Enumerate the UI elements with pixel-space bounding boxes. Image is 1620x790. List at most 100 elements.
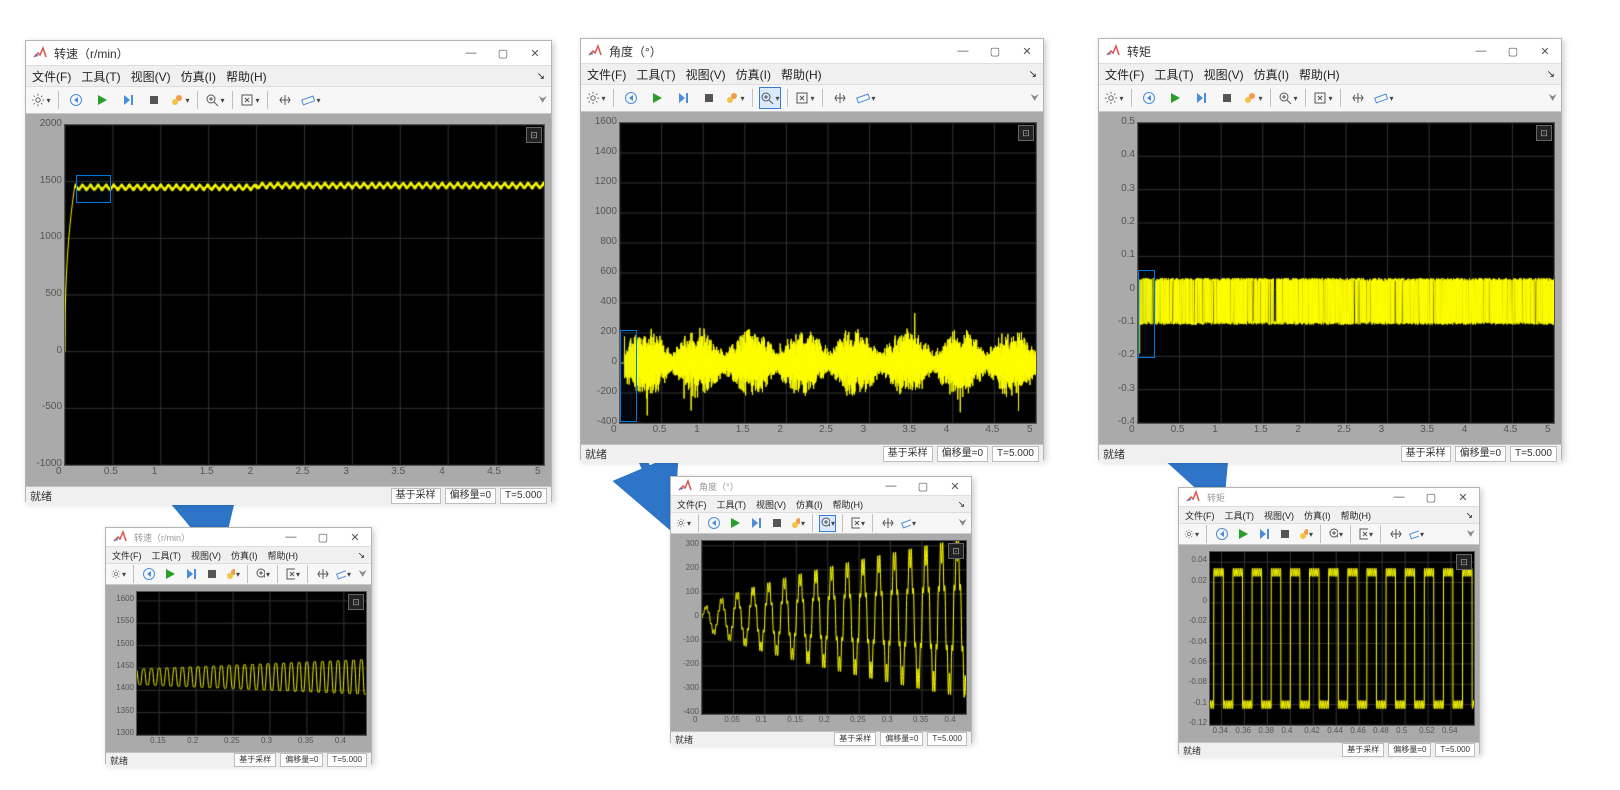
titlebar[interactable]: 转矩—▢✕ [1099, 39, 1561, 64]
titlebar[interactable]: 角度（°）—▢✕ [581, 39, 1043, 64]
minimize-button[interactable]: — [875, 474, 907, 498]
menu-overflow-icon[interactable]: ↘ [1465, 510, 1473, 521]
step-icon[interactable] [1255, 526, 1272, 543]
menu-item[interactable]: 仿真(I) [231, 549, 258, 562]
highlight-icon[interactable]: ▾ [224, 566, 241, 583]
measure-icon[interactable]: ▾ [300, 89, 322, 111]
zoom-selection-box[interactable] [1138, 270, 1155, 359]
step-icon[interactable] [182, 566, 199, 583]
menu-item[interactable]: 文件(F) [1185, 509, 1215, 522]
nav-back-icon[interactable] [620, 87, 642, 109]
gear-icon[interactable]: ▾ [1103, 87, 1125, 109]
pan-icon[interactable] [1387, 526, 1404, 543]
nav-back-icon[interactable] [1213, 526, 1230, 543]
zoom-reset-icon[interactable]: ▾ [1312, 87, 1334, 109]
titlebar[interactable]: 转速（r/min）—▢✕ [106, 528, 371, 547]
gear-icon[interactable]: ▾ [110, 566, 127, 583]
maximize-button[interactable]: ▢ [487, 41, 519, 65]
zoom-reset-icon[interactable]: ▾ [1357, 526, 1374, 543]
plot-area[interactable]: ⊡-0.4-0.3-0.2-0.100.10.20.30.40.500.511.… [1099, 112, 1561, 444]
measure-icon[interactable]: ▾ [1373, 87, 1395, 109]
close-button[interactable]: ✕ [1447, 485, 1479, 509]
minimize-button[interactable]: — [455, 41, 487, 65]
axes[interactable]: ⊡ [1137, 122, 1555, 424]
menu-item[interactable]: 帮助(H) [1299, 66, 1340, 83]
menu-item[interactable]: 文件(F) [587, 66, 626, 83]
axes[interactable]: ⊡ [136, 591, 367, 736]
menu-item[interactable]: 仿真(I) [736, 66, 771, 83]
maximize-button[interactable]: ▢ [979, 39, 1011, 63]
menu-item[interactable]: 工具(T) [1154, 66, 1193, 83]
menu-item[interactable]: 帮助(H) [1341, 509, 1372, 522]
gear-icon[interactable]: ▾ [1183, 526, 1200, 543]
menu-overflow-icon[interactable]: ↘ [357, 550, 365, 561]
menu-item[interactable]: 仿真(I) [1254, 66, 1289, 83]
minimize-button[interactable]: — [1383, 485, 1415, 509]
highlight-icon[interactable]: ▾ [724, 87, 746, 109]
maximize-button[interactable]: ▢ [1497, 39, 1529, 63]
pan-icon[interactable] [314, 566, 331, 583]
axes[interactable]: ⊡ [701, 540, 967, 715]
stop-icon[interactable] [768, 515, 785, 532]
close-button[interactable]: ✕ [939, 474, 971, 498]
menu-item[interactable]: 工具(T) [81, 68, 120, 85]
titlebar[interactable]: 角度（°）—▢✕ [671, 477, 971, 496]
axes-expand-icon[interactable]: ⊡ [1456, 554, 1472, 570]
menu-item[interactable]: 文件(F) [1105, 66, 1144, 83]
pan-icon[interactable] [274, 89, 296, 111]
play-icon[interactable] [1164, 87, 1186, 109]
zoom-selection-box[interactable] [620, 330, 637, 422]
maximize-button[interactable]: ▢ [1415, 485, 1447, 509]
stop-icon[interactable] [143, 89, 165, 111]
menu-overflow-icon[interactable]: ↘ [1029, 69, 1037, 80]
nav-back-icon[interactable] [140, 566, 157, 583]
titlebar[interactable]: 转速（r/min）—▢✕ [26, 41, 551, 66]
zoom-in-icon[interactable]: ▾ [254, 566, 271, 583]
step-icon[interactable] [747, 515, 764, 532]
stop-icon[interactable] [203, 566, 220, 583]
stop-icon[interactable] [698, 87, 720, 109]
plot-area[interactable]: ⊡-400-300-200-100010020030000.050.10.150… [671, 534, 971, 731]
step-icon[interactable] [117, 89, 139, 111]
menu-item[interactable]: 帮助(H) [226, 68, 267, 85]
menu-item[interactable]: 视图(V) [191, 549, 221, 562]
menu-item[interactable]: 仿真(I) [1304, 509, 1331, 522]
maximize-button[interactable]: ▢ [907, 474, 939, 498]
plot-area[interactable]: ⊡-1000-500050010001500200000.511.522.533… [26, 114, 551, 486]
zoom-reset-icon[interactable]: ▾ [794, 87, 816, 109]
menu-overflow-icon[interactable]: ↘ [537, 71, 545, 82]
gear-icon[interactable]: ▾ [675, 515, 692, 532]
menu-overflow-icon[interactable]: ↘ [1547, 69, 1555, 80]
minimize-button[interactable]: — [947, 39, 979, 63]
zoom-in-icon[interactable]: ▾ [1277, 87, 1299, 109]
menu-item[interactable]: 文件(F) [677, 498, 707, 511]
plot-area[interactable]: ⊡-400-2000200400600800100012001400160000… [581, 112, 1043, 444]
zoom-selection-box[interactable] [76, 175, 112, 203]
menu-item[interactable]: 视图(V) [131, 68, 171, 85]
axes-expand-icon[interactable]: ⊡ [526, 127, 542, 143]
nav-back-icon[interactable] [1138, 87, 1160, 109]
measure-icon[interactable]: ▾ [1408, 526, 1425, 543]
plot-area[interactable]: ⊡13001350140014501500155016000.150.20.25… [106, 585, 371, 752]
play-icon[interactable] [646, 87, 668, 109]
titlebar[interactable]: 转矩—▢✕ [1179, 488, 1479, 507]
play-icon[interactable] [726, 515, 743, 532]
step-icon[interactable] [1190, 87, 1212, 109]
axes-expand-icon[interactable]: ⊡ [1018, 125, 1034, 141]
menu-item[interactable]: 视图(V) [1264, 509, 1294, 522]
stop-icon[interactable] [1276, 526, 1293, 543]
close-button[interactable]: ✕ [339, 525, 371, 549]
nav-back-icon[interactable] [705, 515, 722, 532]
menu-item[interactable]: 文件(F) [32, 68, 71, 85]
gear-icon[interactable]: ▾ [585, 87, 607, 109]
close-button[interactable]: ✕ [519, 41, 551, 65]
measure-icon[interactable]: ▾ [900, 515, 917, 532]
play-icon[interactable] [1234, 526, 1251, 543]
minimize-button[interactable]: — [1465, 39, 1497, 63]
highlight-icon[interactable]: ▾ [1297, 526, 1314, 543]
step-icon[interactable] [672, 87, 694, 109]
pan-icon[interactable] [1347, 87, 1369, 109]
menu-item[interactable]: 帮助(H) [781, 66, 822, 83]
highlight-icon[interactable]: ▾ [789, 515, 806, 532]
stop-icon[interactable] [1216, 87, 1238, 109]
